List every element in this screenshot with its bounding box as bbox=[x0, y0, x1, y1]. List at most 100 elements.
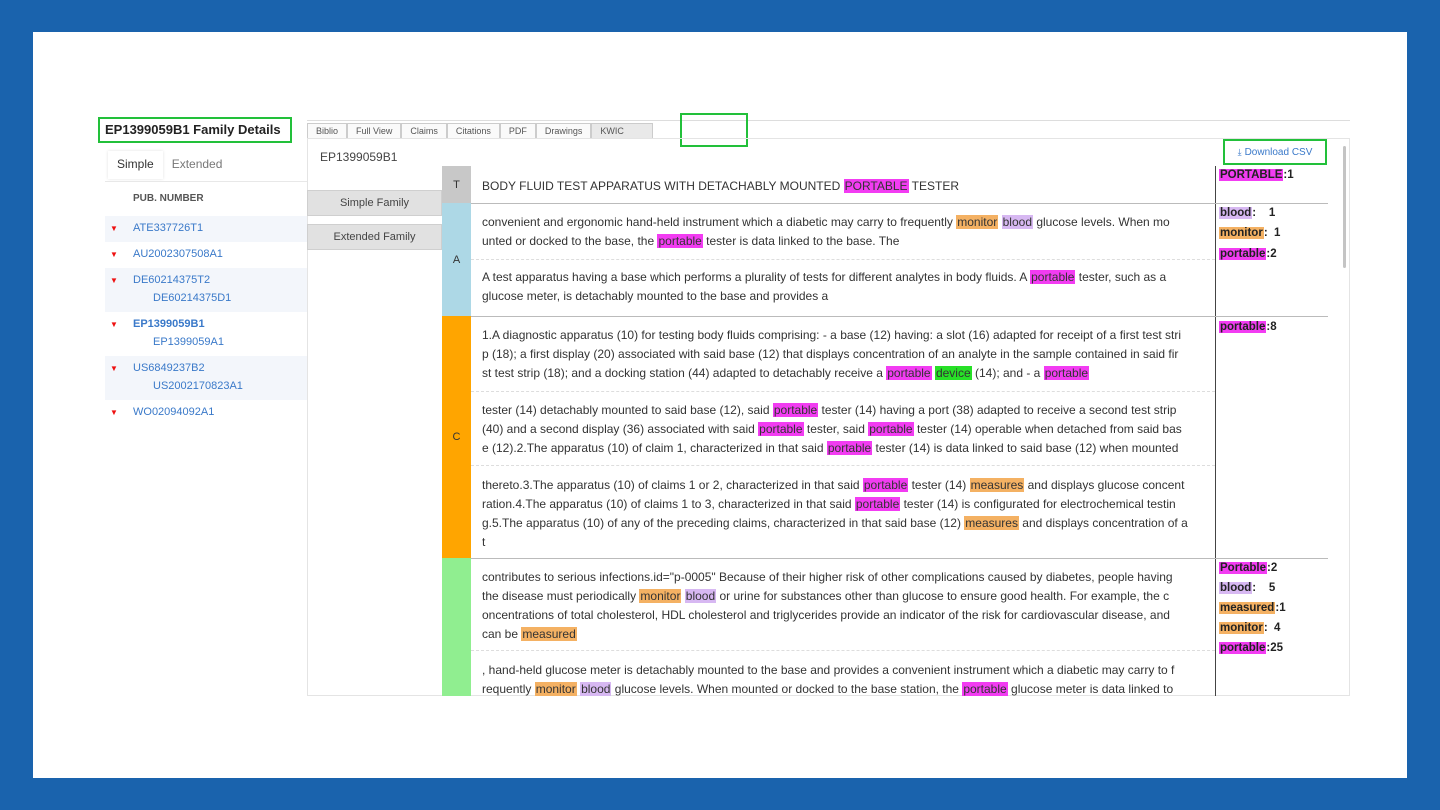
keyword-term: portable bbox=[1219, 642, 1267, 654]
keyword-highlight: measured bbox=[521, 627, 577, 641]
keyword-separator: : bbox=[1263, 622, 1268, 634]
keyword-count: 4 bbox=[1274, 622, 1281, 634]
keyword-count-row: portable:8 bbox=[1219, 321, 1277, 333]
pub-number-header: PUB. NUMBER bbox=[133, 193, 204, 204]
section-divider bbox=[471, 558, 1328, 559]
keyword-highlight: measures bbox=[969, 478, 1025, 492]
keyword-highlight: portable bbox=[854, 497, 901, 511]
kwic-section-a: Aconvenient and ergonomic hand-held inst… bbox=[442, 203, 1328, 316]
keyword-highlight: blood bbox=[1001, 215, 1033, 229]
kwic-section-d: contributes to serious infections.id="p-… bbox=[442, 558, 1328, 696]
snippet-divider bbox=[471, 465, 1215, 466]
snippet-divider bbox=[471, 391, 1215, 392]
keyword-highlight: measures bbox=[964, 516, 1019, 530]
kwic-snippet: convenient and ergonomic hand-held instr… bbox=[482, 215, 1170, 248]
keyword-count-row: portable:25 bbox=[1219, 642, 1283, 654]
tab-full-view[interactable]: Full View bbox=[347, 123, 402, 138]
keyword-term: blood bbox=[1219, 582, 1253, 594]
expand-triangle-icon[interactable]: ▼ bbox=[110, 320, 118, 329]
keyword-count-row: measured:1 bbox=[1219, 602, 1286, 614]
keyword-count: 1 bbox=[1274, 227, 1281, 239]
keyword-highlight: monitor bbox=[956, 215, 999, 229]
expand-triangle-icon[interactable]: ▼ bbox=[110, 408, 118, 417]
tab-claims[interactable]: Claims bbox=[401, 123, 447, 138]
simple-family-button[interactable]: Simple Family bbox=[307, 190, 442, 216]
tab-simple[interactable]: Simple bbox=[108, 151, 163, 179]
kwic-snippet: tester (14) detachably mounted to said b… bbox=[482, 403, 1182, 455]
pub-row: ▼ EP1399059B1 EP1399059A1 bbox=[105, 312, 307, 356]
expand-triangle-icon[interactable]: ▼ bbox=[110, 276, 118, 285]
pub-number-link[interactable]: DE60214375T2 bbox=[133, 274, 210, 286]
keyword-term: monitor bbox=[1219, 227, 1264, 239]
family-tabs: Simple Extended bbox=[108, 151, 231, 179]
keyword-count-row: Portable:2 bbox=[1219, 562, 1277, 574]
pub-row: ▼ US6849237B2 US2002170823A1 bbox=[105, 356, 307, 400]
keyword-separator: : bbox=[1252, 207, 1257, 219]
keyword-highlight: blood bbox=[684, 589, 717, 603]
keyword-highlight: portable bbox=[772, 403, 819, 417]
divider bbox=[105, 181, 307, 182]
tab-extended[interactable]: Extended bbox=[163, 151, 232, 179]
expand-triangle-icon[interactable]: ▼ bbox=[110, 250, 118, 259]
keyword-highlight: portable bbox=[886, 366, 932, 380]
keyword-term: monitor bbox=[1219, 622, 1264, 634]
extended-family-button[interactable]: Extended Family bbox=[307, 224, 442, 250]
pub-number-link[interactable]: WO02094092A1 bbox=[133, 406, 214, 418]
kwic-snippet: A test apparatus having a base which per… bbox=[482, 270, 1167, 303]
keyword-count-row: blood: 5 bbox=[1219, 582, 1275, 594]
kwic-snippet: thereto.3.The apparatus (10) of claims 1… bbox=[482, 478, 1188, 549]
section-label: A bbox=[442, 203, 471, 316]
keyword-highlight: portable bbox=[962, 682, 1008, 696]
pub-number-link[interactable]: AU2002307508A1 bbox=[133, 248, 223, 260]
tab-pdf[interactable]: PDF bbox=[499, 123, 536, 138]
keyword-term: PORTABLE bbox=[1219, 169, 1284, 181]
document-tabs: Biblio Full View Claims Citations PDF Dr… bbox=[307, 123, 654, 138]
download-csv-label: Download CSV bbox=[1244, 147, 1313, 158]
keyword-counts: Portable:2 blood: 5 measured:1 monitor: 4 po… bbox=[1215, 558, 1328, 696]
keyword-separator: : bbox=[1252, 582, 1257, 594]
keyword-count: 1 bbox=[1279, 602, 1286, 614]
pub-number-sublink[interactable]: DE60214375D1 bbox=[153, 292, 231, 304]
pub-number-link[interactable]: ATE337726T1 bbox=[133, 222, 203, 234]
keyword-term: portable bbox=[1219, 248, 1267, 260]
tab-kwic[interactable]: KWIC bbox=[591, 123, 654, 138]
keyword-count: 25 bbox=[1270, 642, 1284, 654]
scrollbar[interactable] bbox=[1343, 146, 1346, 268]
download-csv-button[interactable]: ⤓ Download CSV bbox=[1223, 139, 1327, 165]
keyword-count: 2 bbox=[1270, 248, 1277, 260]
pub-row: ▼ ATE337726T1 bbox=[105, 216, 307, 242]
kwic-snippet: 1.A diagnostic apparatus (10) for testin… bbox=[482, 328, 1182, 380]
pub-number-sublink[interactable]: US2002170823A1 bbox=[153, 380, 243, 392]
keyword-highlight: PORTABLE bbox=[843, 179, 909, 193]
pub-row: ▼ AU2002307508A1 bbox=[105, 242, 307, 268]
keyword-counts: blood: 1 monitor: 1 portable:2 bbox=[1215, 203, 1328, 316]
keyword-highlight: blood bbox=[580, 682, 612, 696]
pub-number-link[interactable]: US6849237B2 bbox=[133, 362, 205, 374]
keyword-highlight: device bbox=[934, 366, 972, 380]
snippet-divider bbox=[471, 650, 1215, 651]
keyword-highlight: portable bbox=[1043, 366, 1090, 380]
keyword-count: 5 bbox=[1268, 582, 1276, 594]
pub-row: ▼ DE60214375T2 DE60214375D1 bbox=[105, 268, 307, 312]
keyword-term: Portable bbox=[1219, 562, 1268, 574]
tab-citations[interactable]: Citations bbox=[446, 123, 500, 138]
keyword-count: 1 bbox=[1268, 207, 1276, 219]
kwic-page: EP1399059B1 Family Details Simple Extend… bbox=[33, 32, 1407, 778]
section-label: C bbox=[442, 316, 471, 558]
expand-triangle-icon[interactable]: ▼ bbox=[110, 224, 118, 233]
keyword-count-row: monitor: 4 bbox=[1219, 622, 1280, 634]
keyword-count: 1 bbox=[1287, 169, 1294, 181]
family-details-title: EP1399059B1 Family Details bbox=[98, 117, 292, 143]
pub-number-link[interactable]: EP1399059B1 bbox=[133, 318, 205, 330]
pub-number-sublink[interactable]: EP1399059A1 bbox=[153, 336, 224, 348]
tab-drawings[interactable]: Drawings bbox=[535, 123, 592, 138]
expand-triangle-icon[interactable]: ▼ bbox=[110, 364, 118, 373]
keyword-counts: PORTABLE:1 bbox=[1215, 166, 1328, 203]
kwic-section-t: T BODY FLUID TEST APPARATUS WITH DETACHAB… bbox=[442, 166, 1328, 203]
tab-divider bbox=[307, 120, 1350, 121]
keyword-highlight: monitor bbox=[639, 589, 682, 603]
section-divider bbox=[471, 316, 1328, 317]
keyword-count: 2 bbox=[1270, 562, 1278, 574]
keyword-count-row: monitor: 1 bbox=[1219, 227, 1280, 239]
tab-biblio[interactable]: Biblio bbox=[307, 123, 348, 138]
